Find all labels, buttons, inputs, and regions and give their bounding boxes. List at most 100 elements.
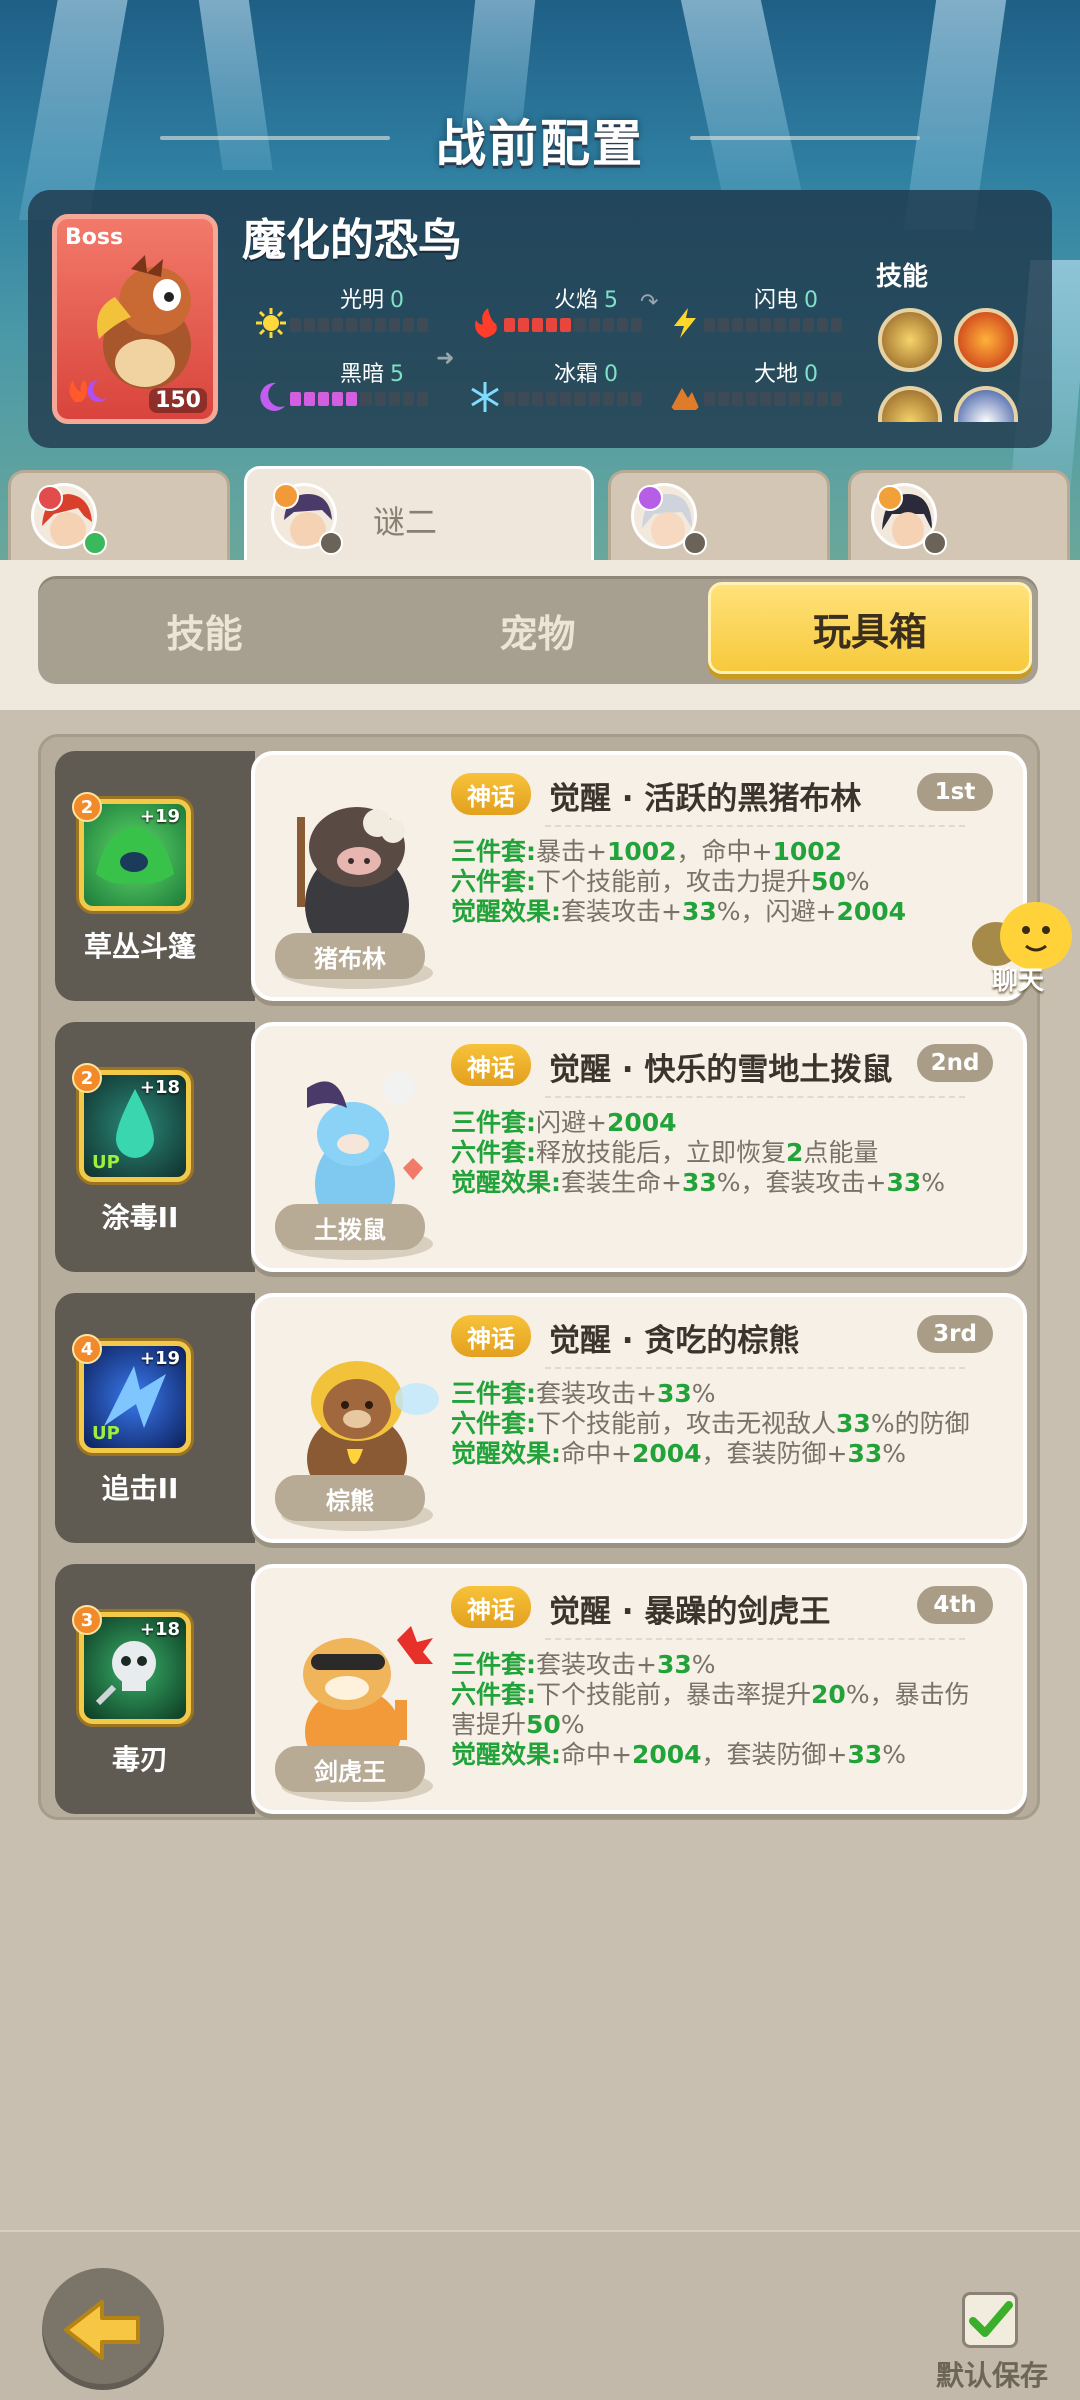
boss-tag: Boss	[65, 225, 124, 250]
boss-skill-icon[interactable]	[954, 308, 1018, 372]
element-value: 0	[804, 288, 818, 313]
awaken-effect: 觉醒效果:套装生命+33%，套装攻击+33%	[451, 1168, 946, 1197]
toy-card[interactable]: 剑虎王 神话 觉醒 · 暴躁的剑虎王 4th 三件套:套装攻击+33% 六件套:…	[251, 1564, 1027, 1814]
awaken-effect: 觉醒效果:命中+2004，套装防御+33%	[451, 1439, 907, 1468]
toy-row: +18 2 UP 涂毒II 土拨鼠 神话 觉醒 · 快乐的雪地土拨鼠 2nd 三…	[55, 1022, 1027, 1272]
tab-toybox[interactable]: 玩具箱	[708, 582, 1032, 674]
rank-badge: 1st	[917, 773, 993, 811]
tab-skills[interactable]: 技能	[38, 576, 371, 684]
rarity-tag: 神话	[451, 1044, 531, 1086]
hero-tab-3[interactable]	[608, 470, 830, 560]
divider	[545, 1367, 965, 1369]
element-label: 闪电	[753, 288, 798, 313]
skill-slot[interactable]: +18 3 毒刃	[55, 1564, 255, 1814]
hero-tab-4[interactable]	[848, 470, 1070, 560]
hero-status-badge	[83, 531, 107, 555]
pet-name: 猪布林	[275, 933, 425, 979]
toy-card[interactable]: 棕熊 神话 觉醒 · 贪吃的棕熊 3rd 三件套:套装攻击+33% 六件套:下个…	[251, 1293, 1027, 1543]
hero-name: 谜二	[373, 503, 438, 541]
divider	[545, 1638, 965, 1640]
element-label: 冰霜	[553, 362, 598, 387]
toy-card[interactable]: 猪布林 神话 觉醒 · 活跃的黑猪布林 1st 三件套:暴击+1002，命中+1…	[251, 751, 1027, 1001]
divider	[545, 1096, 965, 1098]
back-arrow-icon	[64, 2300, 140, 2360]
hero-element-badge	[877, 485, 903, 511]
hero-element-badge	[637, 485, 663, 511]
tab-bar-background: 技能 宠物 玩具箱	[0, 560, 1080, 710]
element-value: 0	[804, 362, 818, 387]
skill-enhance-level: +18	[139, 1077, 180, 1098]
set-bonus-3: 三件套:暴击+1002，命中+1002	[451, 837, 843, 866]
leaf-cloak-skill-icon[interactable]: +19 2	[72, 792, 191, 911]
boss-skill-icon[interactable]	[878, 308, 942, 372]
boss-level: 150	[149, 388, 207, 413]
boss-portrait[interactable]: Boss 150	[52, 214, 218, 424]
element-value: 5	[604, 288, 618, 313]
element-label: 大地	[753, 362, 798, 387]
boss-element-icons	[65, 376, 109, 411]
sun-icon	[256, 308, 286, 338]
set-bonus-6: 六件套:下个技能前，攻击无视敌人33%的防御	[451, 1409, 970, 1438]
hero-tab-1[interactable]	[8, 470, 230, 560]
element-label: 火焰	[553, 288, 598, 313]
pet-name: 棕熊	[275, 1475, 425, 1521]
page-title: 战前配置	[436, 115, 644, 173]
skill-up-badge: UP	[92, 1152, 120, 1173]
element-bar	[704, 318, 842, 332]
element-cycle-arrow-icon: ↷	[640, 290, 659, 315]
skill-slot[interactable]: +19 2 草丛斗篷	[55, 751, 255, 1001]
boss-skill-icon[interactable]	[878, 386, 942, 422]
boss-skill-icon[interactable]	[954, 386, 1018, 422]
toy-title: 觉醒 · 快乐的雪地土拨鼠	[549, 1052, 893, 1088]
element-lightning: 闪电 0	[668, 282, 848, 342]
poison-coat-skill-icon[interactable]: +18 2 UP	[72, 1063, 191, 1182]
checkmark-icon	[969, 2301, 1013, 2337]
set-bonus-6: 六件套:释放技能后，立即恢复2点能量	[451, 1138, 879, 1167]
rarity-tag: 神话	[451, 1586, 531, 1628]
default-save-label: 默认保存	[936, 2359, 1049, 2392]
hero-status-badge	[319, 531, 343, 555]
back-button[interactable]	[42, 2268, 164, 2390]
pet-name: 剑虎王	[275, 1746, 425, 1792]
set-bonus-6-cont: 害提升50%	[451, 1710, 585, 1739]
skill-enhance-level: +19	[139, 1348, 180, 1369]
battle-scene-background: 战前配置 Boss 150 魔化的恐鸟 光明 0 火焰 5 闪电 0 黑暗 5 …	[0, 0, 1080, 560]
tab-pets[interactable]: 宠物	[371, 576, 704, 684]
rank-badge: 2nd	[917, 1044, 993, 1082]
awaken-effect: 觉醒效果:套装攻击+33%，闪避+2004	[451, 897, 907, 926]
skill-slot[interactable]: +18 2 UP 涂毒II	[55, 1022, 255, 1272]
chat-button[interactable]: 聊天	[970, 900, 1080, 1000]
poison-blade-skill-icon[interactable]: +18 3	[72, 1605, 191, 1724]
set-bonus-3: 三件套:闪避+2004	[451, 1108, 677, 1137]
pet-name: 土拨鼠	[275, 1204, 425, 1250]
toy-title: 觉醒 · 贪吃的棕熊	[549, 1323, 800, 1359]
skill-name: 毒刃	[111, 1743, 168, 1776]
skill-name: 追击II	[101, 1472, 179, 1505]
skill-star-level: 3	[72, 1605, 102, 1635]
element-dark: 黑暗 5	[254, 356, 434, 416]
boss-name: 魔化的恐鸟	[242, 215, 462, 266]
set-bonus-6: 六件套:下个技能前，暴击率提升20%，暴击伤	[451, 1680, 970, 1709]
chat-label: 聊天	[992, 966, 1045, 996]
element-value: 5	[390, 362, 404, 387]
element-value: 0	[604, 362, 618, 387]
skill-enhance-level: +19	[139, 806, 180, 827]
terror-bird-portrait-icon	[97, 255, 191, 389]
element-value: 0	[390, 288, 404, 313]
skill-star-level: 2	[72, 792, 102, 822]
category-tabs: 技能 宠物 玩具箱	[38, 576, 1038, 684]
element-bar	[504, 318, 642, 332]
rarity-tag: 神话	[451, 1315, 531, 1357]
skill-slot[interactable]: +19 4 UP 追击II	[55, 1293, 255, 1543]
element-light: 光明 0	[254, 282, 434, 342]
boss-skills-label: 技能	[876, 262, 929, 292]
rank-badge: 3rd	[917, 1315, 993, 1353]
hero-tab-2[interactable]: 谜二	[244, 466, 594, 560]
default-save-checkbox[interactable]	[962, 2292, 1018, 2348]
toy-card[interactable]: 土拨鼠 神话 觉醒 · 快乐的雪地土拨鼠 2nd 三件套:闪避+2004 六件套…	[251, 1022, 1027, 1272]
moon-icon	[260, 382, 285, 411]
skill-up-badge: UP	[92, 1423, 120, 1444]
pursuit-skill-icon[interactable]: +19 4 UP	[72, 1334, 191, 1453]
toy-title: 觉醒 · 暴躁的剑虎王	[549, 1594, 831, 1630]
toy-row: +19 4 UP 追击II 棕熊 神话 觉醒 · 贪吃的棕熊 3rd 三件套:套…	[55, 1293, 1027, 1543]
